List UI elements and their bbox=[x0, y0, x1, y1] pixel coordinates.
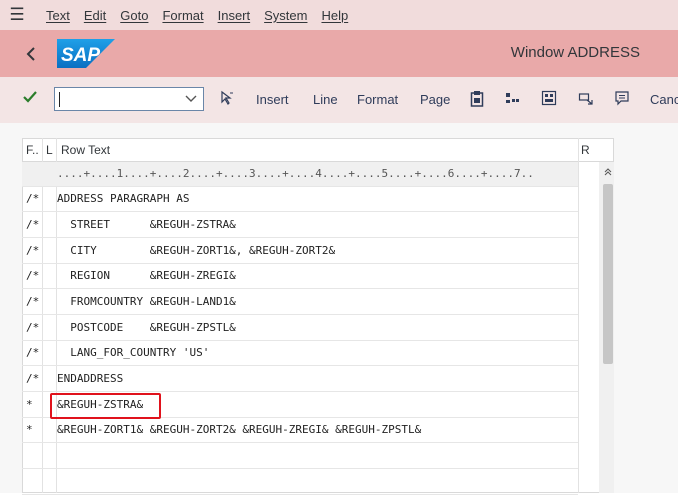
table-row[interactable] bbox=[22, 444, 578, 469]
cursor-select-icon[interactable] bbox=[219, 90, 235, 111]
header-f[interactable]: F.. bbox=[26, 143, 39, 157]
header-row-text[interactable]: Row Text bbox=[61, 143, 110, 157]
table-row[interactable]: /* POSTCODE &REGUH-ZPSTL& bbox=[22, 316, 578, 341]
insert-button[interactable]: Insert bbox=[256, 92, 289, 107]
menu-bar: ☰ Text Edit Goto Format Insert System He… bbox=[0, 0, 678, 30]
menu-system[interactable]: System bbox=[264, 8, 307, 23]
row-text-cell[interactable]: FROMCOUNTRY &REGUH-LAND1& bbox=[57, 295, 236, 308]
menu-edit[interactable]: Edit bbox=[84, 8, 106, 23]
table-row[interactable] bbox=[22, 470, 578, 495]
text-caret bbox=[59, 92, 60, 107]
table-row[interactable]: * &REGUH-ZORT1& &REGUH-ZORT2& &REGUH-ZREG… bbox=[22, 418, 578, 443]
highlight-box bbox=[50, 393, 161, 419]
svg-text:SAP: SAP bbox=[61, 45, 100, 66]
format-cell[interactable]: /* bbox=[26, 269, 39, 282]
row-text-cell[interactable]: POSTCODE &REGUH-ZPSTL& bbox=[57, 321, 236, 334]
format-button[interactable]: Format bbox=[357, 92, 398, 107]
ruler-text: ....+....1....+....2....+....3....+....4… bbox=[57, 167, 534, 180]
menu-goto[interactable]: Goto bbox=[120, 8, 148, 23]
window-expand-icon[interactable] bbox=[578, 90, 594, 111]
format-cell[interactable]: * bbox=[26, 423, 33, 436]
format-cell[interactable]: /* bbox=[26, 295, 39, 308]
cancel-button[interactable]: Canc bbox=[650, 92, 678, 107]
format-cell[interactable]: /* bbox=[26, 218, 39, 231]
format-cell[interactable]: /* bbox=[26, 244, 39, 257]
comment-icon[interactable] bbox=[614, 90, 630, 111]
window-title: Window ADDRESS bbox=[510, 44, 640, 61]
table-row[interactable]: /* ENDADDRESS bbox=[22, 367, 578, 392]
page-button[interactable]: Page bbox=[420, 92, 450, 107]
header-r[interactable]: R bbox=[581, 143, 590, 157]
format-cell[interactable]: /* bbox=[26, 192, 39, 205]
format-cell[interactable]: /* bbox=[26, 346, 39, 359]
scrollbar-thumb[interactable] bbox=[603, 184, 613, 364]
ruler-row: ....+....1....+....2....+....3....+....4… bbox=[22, 162, 578, 187]
back-icon[interactable] bbox=[20, 46, 42, 62]
line-button[interactable]: Line bbox=[313, 92, 338, 107]
table-row[interactable]: /* ADDRESS PARAGRAPH AS bbox=[22, 187, 578, 212]
header-l[interactable]: L bbox=[46, 143, 53, 157]
format-cell[interactable]: * bbox=[26, 398, 33, 411]
col-divider bbox=[578, 138, 579, 493]
check-icon[interactable] bbox=[22, 90, 38, 109]
format-cell[interactable]: /* bbox=[26, 372, 39, 385]
row-text-cell[interactable]: ENDADDRESS bbox=[57, 372, 123, 385]
hierarchy-icon[interactable] bbox=[504, 90, 520, 111]
table-header: F.. L Row Text R bbox=[22, 138, 614, 162]
menu-help[interactable]: Help bbox=[321, 8, 348, 23]
chevron-down-icon[interactable] bbox=[185, 92, 197, 111]
row-text-cell[interactable]: &REGUH-ZORT1& &REGUH-ZORT2& &REGUH-ZREGI… bbox=[57, 423, 421, 436]
row-text-cell[interactable]: STREET &REGUH-ZSTRA& bbox=[57, 218, 236, 231]
menu-format[interactable]: Format bbox=[162, 8, 203, 23]
hamburger-menu-icon[interactable]: ☰ bbox=[2, 0, 32, 30]
table-row[interactable]: /* LANG_FOR_COUNTRY 'US' bbox=[22, 341, 578, 366]
command-field[interactable] bbox=[54, 87, 204, 111]
table-row[interactable]: /* FROMCOUNTRY &REGUH-LAND1& bbox=[22, 290, 578, 315]
layout-icon[interactable] bbox=[541, 90, 557, 111]
table-row[interactable]: /* STREET &REGUH-ZSTRA& bbox=[22, 213, 578, 238]
format-cell[interactable]: /* bbox=[26, 321, 39, 334]
row-text-cell[interactable]: REGION &REGUH-ZREGI& bbox=[57, 269, 236, 282]
scroll-up-icon[interactable] bbox=[604, 167, 612, 179]
table-row[interactable]: /* REGION &REGUH-ZREGI& bbox=[22, 264, 578, 289]
sap-logo: SAP bbox=[57, 39, 115, 68]
clipboard-icon[interactable] bbox=[470, 90, 484, 112]
menu-insert[interactable]: Insert bbox=[218, 8, 251, 23]
row-text-cell[interactable]: CITY &REGUH-ZORT1&, &REGUH-ZORT2& bbox=[57, 244, 335, 257]
row-text-cell[interactable]: LANG_FOR_COUNTRY 'US' bbox=[57, 346, 209, 359]
table-row[interactable]: /* CITY &REGUH-ZORT1&, &REGUH-ZORT2& bbox=[22, 239, 578, 264]
menu-text[interactable]: Text bbox=[46, 8, 70, 23]
row-text-cell[interactable]: ADDRESS PARAGRAPH AS bbox=[57, 192, 189, 205]
